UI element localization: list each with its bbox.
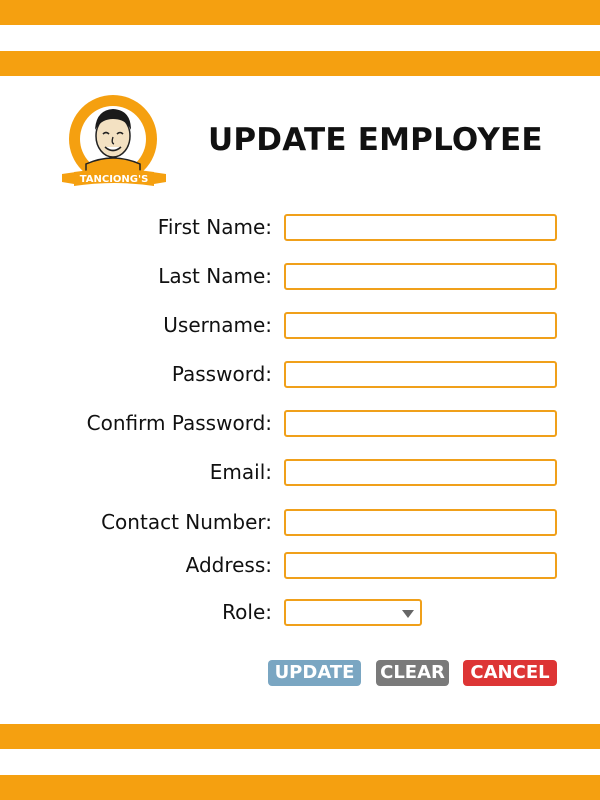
role-select[interactable] bbox=[284, 599, 422, 626]
email-field[interactable] bbox=[284, 459, 557, 486]
password-field[interactable] bbox=[284, 361, 557, 388]
cartoon-man-face-logo-icon: TANCIONG'S bbox=[62, 95, 166, 186]
address-field[interactable] bbox=[284, 552, 557, 579]
page-title: UPDATE EMPLOYEE bbox=[208, 122, 543, 158]
username-label: Username: bbox=[163, 313, 272, 337]
last-name-label: Last Name: bbox=[158, 264, 272, 288]
confirm-password-row: Confirm Password: bbox=[0, 408, 600, 438]
contact-number-field[interactable] bbox=[284, 509, 557, 536]
logo-text: TANCIONG'S bbox=[80, 174, 149, 185]
top-stripe bbox=[0, 0, 600, 25]
update-button[interactable]: UPDATE bbox=[268, 660, 361, 686]
contact-number-row: Contact Number: bbox=[0, 507, 600, 537]
email-label: Email: bbox=[209, 460, 272, 484]
confirm-password-field[interactable] bbox=[284, 410, 557, 437]
chevron-down-icon bbox=[402, 610, 414, 618]
password-label: Password: bbox=[171, 362, 272, 386]
username-row: Username: bbox=[0, 310, 600, 340]
address-row: Address: bbox=[0, 550, 600, 580]
confirm-password-label: Confirm Password: bbox=[86, 411, 272, 435]
clear-button[interactable]: CLEAR bbox=[376, 660, 449, 686]
bottom-stripe bbox=[0, 724, 600, 749]
bottom-stripe-secondary bbox=[0, 775, 600, 800]
last-name-row: Last Name: bbox=[0, 261, 600, 291]
role-row: Role: bbox=[0, 597, 600, 627]
first-name-field[interactable] bbox=[284, 214, 557, 241]
email-row: Email: bbox=[0, 457, 600, 487]
contact-number-label: Contact Number: bbox=[101, 510, 272, 534]
cancel-button[interactable]: CANCEL bbox=[463, 660, 557, 686]
top-stripe-secondary bbox=[0, 51, 600, 76]
first-name-row: First Name: bbox=[0, 212, 600, 242]
role-label: Role: bbox=[222, 600, 272, 624]
username-field[interactable] bbox=[284, 312, 557, 339]
first-name-label: First Name: bbox=[157, 215, 272, 239]
last-name-field[interactable] bbox=[284, 263, 557, 290]
tanciong-logo: TANCIONG'S bbox=[56, 92, 172, 196]
password-row: Password: bbox=[0, 359, 600, 389]
address-label: Address: bbox=[185, 553, 272, 577]
